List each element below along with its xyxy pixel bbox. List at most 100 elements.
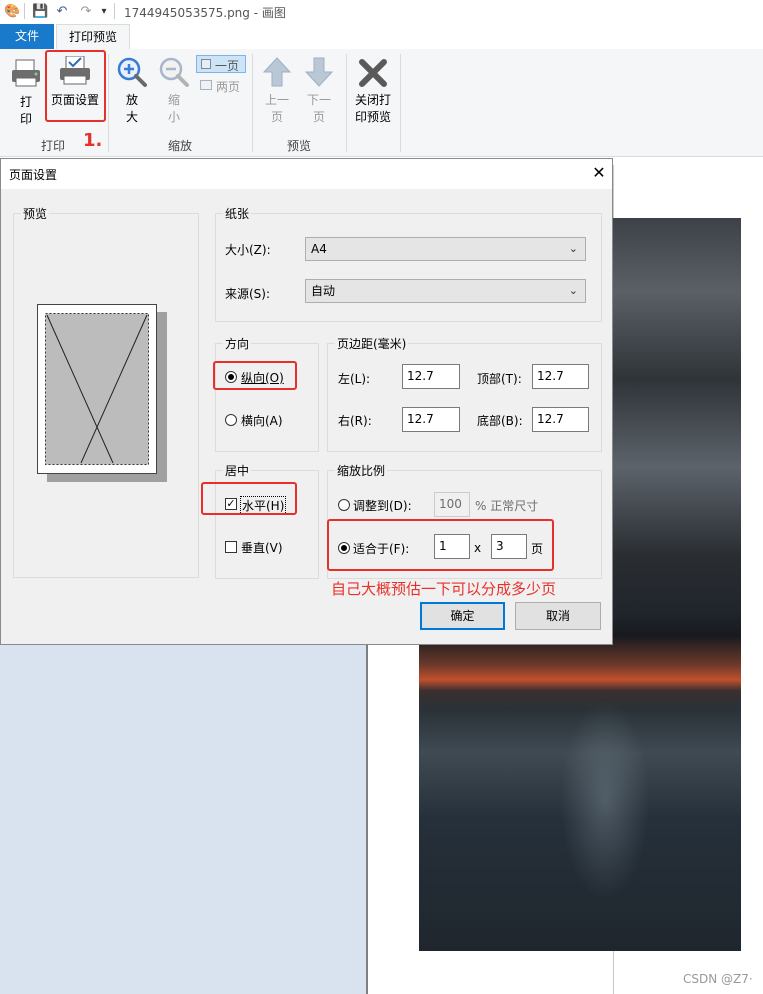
next-page-label-line2: 页: [312, 110, 325, 124]
print-label-line1: 打: [19, 95, 32, 109]
ok-button[interactable]: 确定: [420, 602, 505, 630]
page-thumbnail-content: [45, 313, 149, 465]
highlight-portrait: [213, 361, 297, 390]
landscape-label: 横向(A): [241, 414, 283, 428]
group-separator: [346, 54, 347, 152]
paper-group-label: 纸张: [223, 205, 252, 222]
save-icon[interactable]: 💾: [32, 4, 48, 20]
watermark: CSDN @Z7·: [683, 972, 753, 986]
paper-size-select[interactable]: A4 ⌄: [305, 237, 586, 261]
zoom-out-button[interactable]: 缩 小: [156, 56, 192, 128]
group-separator: [108, 54, 109, 152]
margin-bottom-label: 底部(B):: [477, 414, 523, 428]
group-separator: [400, 54, 401, 152]
margin-right-input[interactable]: 12.7: [402, 407, 460, 432]
adjust-percent-input[interactable]: 100: [434, 492, 470, 517]
divider: [114, 3, 115, 19]
margin-top-label: 顶部(T):: [477, 372, 522, 386]
close-x-icon: [359, 59, 387, 87]
annotation-note: 自己大概预估一下可以分成多少页: [331, 580, 557, 598]
adjust-percent-suffix: % 正常尺寸: [475, 499, 539, 513]
orientation-group: [215, 343, 319, 452]
one-page-icon: [201, 59, 211, 69]
close-preview-label-line1: 关闭打: [354, 93, 391, 107]
margin-right-label: 右(R):: [338, 414, 372, 428]
group-label-zoom: 缩放: [167, 139, 192, 153]
panel-edge: [366, 645, 368, 994]
tab-print-preview[interactable]: 打印预览: [56, 24, 130, 49]
highlight-horizontal: [201, 482, 297, 515]
close-print-preview-button[interactable]: 关闭打 印预览: [350, 56, 396, 128]
chevron-down-icon: ⌄: [568, 284, 578, 297]
checkbox-empty: [225, 541, 237, 553]
group-label-print: 打印: [40, 139, 65, 153]
adjust-to-label: 调整到(D):: [353, 499, 412, 513]
next-page-button[interactable]: 下一 页: [300, 56, 338, 128]
vertical-label: 垂直(V): [241, 541, 283, 555]
paper-source-value: 自动: [311, 284, 336, 298]
divider: [24, 3, 25, 19]
close-preview-label-line2: 印预览: [354, 110, 391, 124]
margin-top-input[interactable]: 12.7: [532, 364, 589, 389]
group-separator: [252, 54, 253, 152]
redo-icon[interactable]: ↷: [78, 4, 94, 20]
margins-group: [327, 343, 602, 452]
arrow-down-icon: [304, 57, 334, 87]
zoom-in-label-line1: 放: [125, 93, 138, 107]
dialog-title: 页面设置: [9, 168, 58, 182]
margins-group-label: 页边距(毫米): [335, 335, 409, 352]
page-thumbnail: [37, 304, 157, 474]
undo-icon[interactable]: ↶: [54, 4, 70, 20]
one-page-button[interactable]: 一页: [196, 55, 246, 73]
paper-group: [215, 213, 602, 322]
group-label-preview: 预览: [286, 139, 311, 153]
adjust-to-radio-dot: [338, 499, 350, 511]
water-reflection: [560, 700, 650, 900]
zoom-in-label-line2: 大: [125, 110, 138, 124]
zoom-in-button[interactable]: 放 大: [114, 56, 150, 128]
margin-bottom-input[interactable]: 12.7: [532, 407, 589, 432]
two-pages-icon: [200, 80, 212, 90]
next-page-label-line1: 下一: [306, 93, 331, 107]
zoom-out-label-line2: 小: [167, 110, 180, 124]
zoom-in-icon: [117, 57, 147, 87]
two-pages-label: 两页: [216, 80, 241, 94]
centering-group-label: 居中: [223, 462, 252, 479]
landscape-radio[interactable]: 横向(A): [225, 412, 293, 428]
adjust-to-radio[interactable]: 调整到(D):: [338, 497, 416, 513]
previous-page-label-line1: 上一: [264, 93, 289, 107]
tab-file[interactable]: 文件: [0, 24, 54, 49]
scaling-group-label: 缩放比例: [335, 462, 388, 479]
title-bar: 🎨 💾 ↶ ↷ ▾ 1744945053575.png - 画图: [0, 0, 763, 24]
print-button[interactable]: 打 印: [8, 56, 44, 128]
margin-left-label: 左(L):: [338, 372, 371, 386]
printer-icon: [12, 59, 40, 87]
dialog-close-icon[interactable]: ✕: [589, 163, 609, 183]
paper-source-label: 来源(S):: [225, 287, 271, 301]
vertical-checkbox[interactable]: 垂直(V): [225, 539, 289, 555]
cancel-button[interactable]: 取消: [515, 602, 601, 630]
step-annotation: 1.: [83, 130, 103, 151]
arrow-up-icon: [262, 57, 292, 87]
margin-left-input[interactable]: 12.7: [402, 364, 460, 389]
zoom-out-label-line1: 缩: [167, 93, 180, 107]
paper-size-value: A4: [311, 242, 327, 256]
two-pages-button[interactable]: 两页: [196, 77, 246, 95]
chevron-down-icon: ⌄: [568, 242, 578, 255]
highlight-page-setup: [45, 50, 106, 122]
previous-page-label-line2: 页: [270, 110, 283, 124]
window-title: 1744945053575.png - 画图: [124, 6, 286, 20]
one-page-label: 一页: [215, 59, 240, 73]
page-setup-dialog: 页面设置 ✕ 预览 纸张 大小(Z): A4 ⌄ 来源(S): 自动 ⌄ 方向 …: [0, 158, 613, 645]
landscape-radio-dot: [225, 414, 237, 426]
paint-app-icon: 🎨: [4, 4, 21, 19]
print-label-line2: 印: [19, 112, 32, 126]
previous-page-button[interactable]: 上一 页: [258, 56, 296, 128]
customize-toolbar-icon[interactable]: ▾: [96, 4, 112, 20]
dialog-title-bar: [1, 159, 612, 189]
zoom-out-icon: [159, 57, 189, 87]
paper-source-select[interactable]: 自动 ⌄: [305, 279, 586, 303]
orientation-group-label: 方向: [223, 335, 252, 352]
preview-left-panel: [0, 645, 367, 994]
preview-group-label: 预览: [21, 205, 50, 222]
